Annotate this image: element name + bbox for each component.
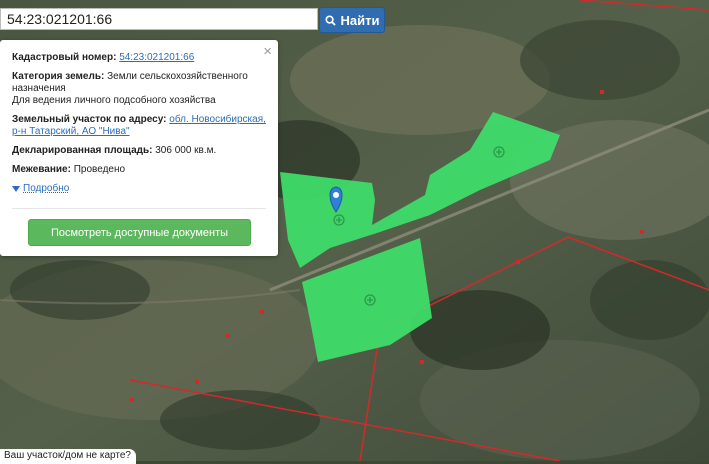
more-details-toggle[interactable]: Подробно bbox=[12, 183, 266, 195]
search-button-label: Найти bbox=[340, 12, 380, 28]
caret-down-icon bbox=[12, 186, 20, 192]
survey-value: Проведено bbox=[73, 164, 126, 175]
land-use-value: Для ведения личного подсобного хозяйства bbox=[12, 95, 216, 106]
parcel-info-panel: × Кадастровый номер: 54:23:021201:66 Кат… bbox=[0, 40, 278, 256]
land-category-row: Категория земель: Земли сельскохозяйстве… bbox=[12, 71, 266, 107]
close-icon[interactable]: × bbox=[263, 44, 272, 59]
search-button[interactable]: Найти bbox=[319, 7, 385, 33]
more-details-label: Подробно bbox=[23, 183, 70, 194]
address-label: Земельный участок по адресу: bbox=[12, 114, 167, 125]
cadastral-number-row: Кадастровый номер: 54:23:021201:66 bbox=[12, 52, 266, 64]
declared-area-label: Декларированная площадь: bbox=[12, 145, 153, 156]
view-documents-button[interactable]: Посмотреть доступные документы bbox=[28, 219, 251, 246]
survey-label: Межевание: bbox=[12, 164, 71, 175]
search-input[interactable] bbox=[0, 8, 318, 30]
panel-divider bbox=[12, 208, 266, 209]
missing-parcel-hint[interactable]: Ваш участок/дом не карте? bbox=[0, 449, 136, 464]
search-icon bbox=[324, 14, 336, 26]
declared-area-value: 306 000 кв.м. bbox=[155, 145, 217, 156]
address-row: Земельный участок по адресу: обл. Новоси… bbox=[12, 114, 266, 138]
land-category-label: Категория земель: bbox=[12, 71, 105, 82]
cadastral-number-link[interactable]: 54:23:021201:66 bbox=[119, 52, 194, 63]
cadastral-number-label: Кадастровый номер: bbox=[12, 52, 117, 63]
survey-row: Межевание: Проведено bbox=[12, 164, 266, 176]
declared-area-row: Декларированная площадь: 306 000 кв.м. bbox=[12, 145, 266, 157]
